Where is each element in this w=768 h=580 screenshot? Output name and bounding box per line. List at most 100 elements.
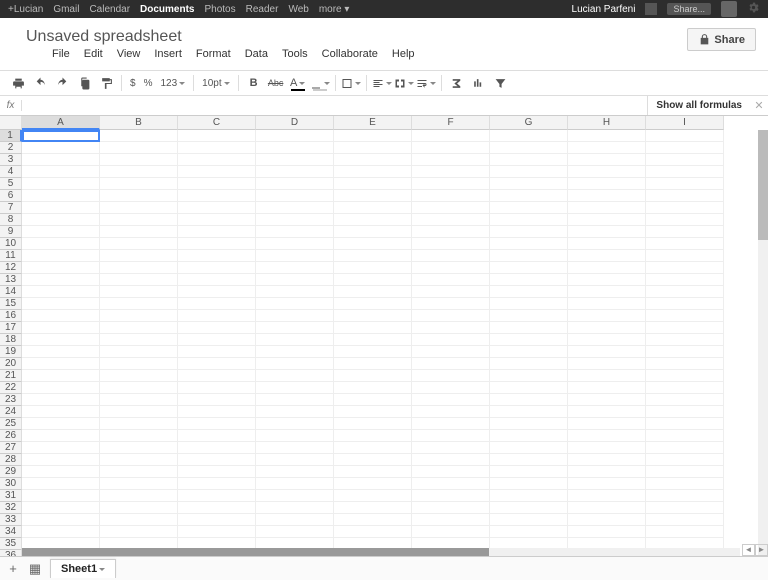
cell[interactable]	[22, 394, 100, 406]
cell[interactable]	[334, 370, 412, 382]
document-title[interactable]: Unsaved spreadsheet	[26, 28, 415, 46]
gbar-link[interactable]: Photos	[204, 4, 235, 15]
cell[interactable]	[646, 394, 724, 406]
cell[interactable]	[412, 178, 490, 190]
cell[interactable]	[490, 130, 568, 142]
cell[interactable]	[490, 202, 568, 214]
cell[interactable]	[256, 394, 334, 406]
cell[interactable]	[22, 190, 100, 202]
close-icon[interactable]: ✕	[750, 99, 768, 112]
cell[interactable]	[22, 514, 100, 526]
print-icon[interactable]	[8, 73, 28, 93]
menu-data[interactable]: Data	[245, 48, 268, 60]
cell[interactable]	[646, 190, 724, 202]
cell[interactable]	[178, 130, 256, 142]
cell[interactable]	[490, 514, 568, 526]
cell[interactable]	[334, 514, 412, 526]
cell[interactable]	[178, 154, 256, 166]
cell[interactable]	[22, 406, 100, 418]
row-header[interactable]: 5	[0, 178, 22, 190]
cell[interactable]	[646, 346, 724, 358]
cell[interactable]	[568, 250, 646, 262]
cell[interactable]	[334, 358, 412, 370]
cell[interactable]	[100, 418, 178, 430]
cell[interactable]	[178, 142, 256, 154]
gbar-link[interactable]: Documents	[140, 4, 194, 15]
cell[interactable]	[568, 454, 646, 466]
cell[interactable]	[334, 478, 412, 490]
cell[interactable]	[22, 238, 100, 250]
cell[interactable]	[490, 442, 568, 454]
row-header[interactable]: 16	[0, 310, 22, 322]
cell[interactable]	[334, 502, 412, 514]
cell[interactable]	[178, 514, 256, 526]
cell[interactable]	[412, 226, 490, 238]
cell[interactable]	[100, 238, 178, 250]
cell[interactable]	[334, 226, 412, 238]
cell[interactable]	[100, 514, 178, 526]
row-header[interactable]: 22	[0, 382, 22, 394]
cell[interactable]	[178, 214, 256, 226]
cell[interactable]	[412, 418, 490, 430]
cell[interactable]	[334, 406, 412, 418]
cell[interactable]	[100, 346, 178, 358]
cell[interactable]	[490, 226, 568, 238]
cell[interactable]	[412, 430, 490, 442]
cell[interactable]	[334, 178, 412, 190]
cell[interactable]	[568, 298, 646, 310]
cell[interactable]	[568, 334, 646, 346]
cell[interactable]	[412, 274, 490, 286]
cell[interactable]	[178, 178, 256, 190]
cell[interactable]	[412, 310, 490, 322]
cell[interactable]	[412, 514, 490, 526]
cell[interactable]	[490, 310, 568, 322]
cell[interactable]	[646, 202, 724, 214]
bold-button[interactable]: B	[244, 73, 264, 93]
cell[interactable]	[256, 178, 334, 190]
row-header[interactable]: 12	[0, 262, 22, 274]
cell[interactable]	[490, 478, 568, 490]
cell[interactable]	[256, 430, 334, 442]
menu-view[interactable]: View	[117, 48, 141, 60]
row-header[interactable]: 30	[0, 478, 22, 490]
cell[interactable]	[256, 154, 334, 166]
cell[interactable]	[178, 202, 256, 214]
undo-icon[interactable]	[30, 73, 50, 93]
cell[interactable]	[646, 298, 724, 310]
cell[interactable]	[178, 346, 256, 358]
cell[interactable]	[490, 418, 568, 430]
cell[interactable]	[100, 370, 178, 382]
cell[interactable]	[334, 166, 412, 178]
cell[interactable]	[256, 406, 334, 418]
add-sheet-button[interactable]: +	[6, 562, 20, 576]
cell[interactable]	[490, 370, 568, 382]
cell[interactable]	[100, 142, 178, 154]
row-header[interactable]: 19	[0, 346, 22, 358]
sheet-tab[interactable]: Sheet1	[50, 559, 116, 578]
cell[interactable]	[22, 166, 100, 178]
cell[interactable]	[22, 490, 100, 502]
row-header[interactable]: 9	[0, 226, 22, 238]
cell[interactable]	[256, 310, 334, 322]
cell[interactable]	[256, 322, 334, 334]
cell[interactable]	[100, 430, 178, 442]
cell[interactable]	[412, 370, 490, 382]
cell[interactable]	[22, 382, 100, 394]
cell[interactable]	[490, 490, 568, 502]
cell[interactable]	[22, 130, 100, 142]
cell[interactable]	[334, 430, 412, 442]
cell[interactable]	[568, 430, 646, 442]
cell[interactable]	[646, 214, 724, 226]
cell[interactable]	[412, 526, 490, 538]
cell[interactable]	[568, 178, 646, 190]
cell[interactable]	[256, 286, 334, 298]
cell[interactable]	[100, 382, 178, 394]
cell[interactable]	[178, 190, 256, 202]
cell[interactable]	[22, 370, 100, 382]
cell[interactable]	[22, 418, 100, 430]
cell[interactable]	[646, 238, 724, 250]
cell[interactable]	[646, 382, 724, 394]
borders-button[interactable]	[341, 73, 361, 93]
menu-insert[interactable]: Insert	[154, 48, 182, 60]
cell[interactable]	[412, 214, 490, 226]
